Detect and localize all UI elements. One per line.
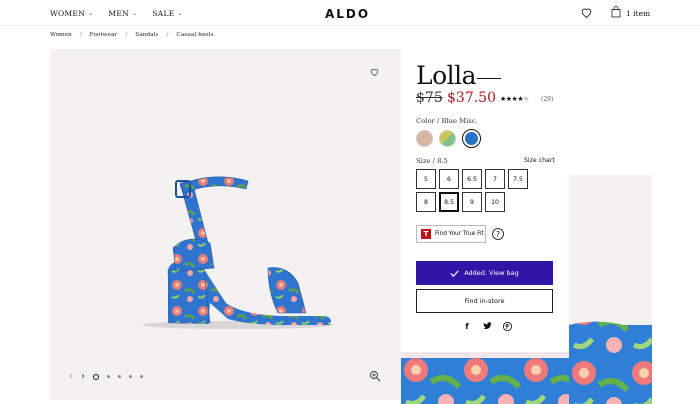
- carousel-dot[interactable]: [93, 373, 99, 380]
- size-option[interactable]: 9: [462, 192, 482, 212]
- color-label: Color / Blue Misc.: [416, 117, 478, 125]
- find-in-store-button[interactable]: Find in-store: [416, 289, 553, 313]
- add-to-wishlist-heart-icon[interactable]: [369, 67, 380, 77]
- product-detail-image[interactable]: [569, 175, 652, 404]
- social-share: f: [462, 321, 512, 331]
- product-info-panel: Lolla $75 $37.50 ★★★★★ (29) Color / Blue…: [401, 49, 569, 352]
- floral-sandal-image: [142, 176, 334, 329]
- product-title: Lolla: [416, 61, 477, 90]
- sale-price: $37.50: [447, 90, 496, 106]
- brand-logo[interactable]: ALDO: [325, 7, 370, 21]
- chevron-down-icon: ⌄: [177, 10, 183, 17]
- wishlist-heart-icon[interactable]: [580, 6, 593, 19]
- size-option[interactable]: 7: [485, 169, 505, 189]
- size-option[interactable]: 8: [416, 192, 436, 212]
- size-option-selected[interactable]: 8.5: [439, 192, 459, 212]
- original-price: $75: [416, 90, 443, 106]
- checkmark-icon: [450, 269, 459, 277]
- color-value: Blue Misc.: [441, 117, 478, 125]
- chevron-down-icon: ⌄: [88, 10, 94, 17]
- nav-men[interactable]: MEN ⌄: [108, 9, 137, 18]
- size-value: 8.5: [437, 157, 448, 165]
- size-option[interactable]: 7.5: [508, 169, 528, 189]
- breadcrumb-separator: /: [125, 32, 128, 38]
- breadcrumb-women[interactable]: Women: [50, 32, 72, 38]
- nav-men-label: MEN: [108, 9, 130, 18]
- site-header: WOMEN ⌄ MEN ⌄ SALE ⌄ ALDO 1 item: [0, 0, 700, 26]
- chevron-down-icon: ⌄: [132, 10, 138, 17]
- color-swatches: [416, 129, 481, 148]
- color-swatch-green[interactable]: [439, 130, 456, 147]
- image-carousel-controls: ‹ ›: [69, 371, 143, 382]
- product-main-image[interactable]: ‹ ›: [50, 49, 401, 400]
- nav-women-label: WOMEN: [50, 9, 86, 18]
- floral-texture-image: [401, 352, 569, 404]
- carousel-dot[interactable]: [140, 375, 143, 378]
- size-chart-link[interactable]: Size chart: [524, 157, 555, 164]
- help-icon[interactable]: ?: [492, 228, 504, 240]
- breadcrumb-separator: /: [79, 32, 82, 38]
- carousel-prev-icon[interactable]: ‹: [69, 371, 73, 382]
- breadcrumb: Women / Footwear / Sandals / Casual heel…: [50, 32, 214, 38]
- breadcrumb-separator: /: [166, 32, 169, 38]
- breadcrumb-footwear[interactable]: Footwear: [90, 32, 118, 38]
- pinterest-icon[interactable]: [502, 321, 512, 331]
- size-option[interactable]: 6: [439, 169, 459, 189]
- carousel-dot[interactable]: [107, 375, 110, 378]
- cart-count[interactable]: 1 item: [626, 9, 650, 18]
- carousel-next-icon[interactable]: ›: [81, 371, 85, 382]
- nav-women[interactable]: WOMEN ⌄: [50, 9, 93, 18]
- product-closeup-image[interactable]: [401, 352, 569, 404]
- nav-sale-label: SALE: [152, 9, 175, 18]
- added-view-bag-button[interactable]: Added. View bag: [416, 261, 553, 285]
- shopping-bag-icon[interactable]: [611, 6, 621, 18]
- color-swatch-beige[interactable]: [416, 130, 433, 147]
- true-fit-logo-icon: T: [421, 229, 431, 239]
- size-label: Size / 8.5: [416, 157, 448, 165]
- size-option[interactable]: 5: [416, 169, 436, 189]
- color-swatch-blue[interactable]: [462, 129, 481, 148]
- rating-stars[interactable]: ★★★★★: [500, 95, 529, 103]
- carousel-dot[interactable]: [129, 375, 132, 378]
- size-grid: 5 6 6.5 7 7.5 8 8.5 9 10: [416, 169, 556, 212]
- color-prefix: Color /: [416, 117, 440, 125]
- main-nav: WOMEN ⌄ MEN ⌄ SALE ⌄: [50, 9, 183, 18]
- nav-sale[interactable]: SALE ⌄: [152, 9, 183, 18]
- floral-closeup-image: [569, 321, 652, 404]
- size-prefix: Size /: [416, 157, 435, 165]
- twitter-icon[interactable]: [482, 321, 492, 331]
- breadcrumb-sandals[interactable]: Sandals: [135, 32, 158, 38]
- facebook-icon[interactable]: f: [462, 321, 472, 331]
- review-count[interactable]: (29): [541, 96, 553, 103]
- carousel-dot[interactable]: [118, 375, 121, 378]
- true-fit-label: Find Your True Fit: [435, 231, 484, 237]
- breadcrumb-casual-heels[interactable]: Casual heels: [176, 32, 213, 38]
- true-fit-button[interactable]: T Find Your True Fit: [416, 225, 486, 243]
- added-view-bag-label: Added. View bag: [464, 269, 519, 277]
- size-option[interactable]: 10: [485, 192, 505, 212]
- size-option[interactable]: 6.5: [462, 169, 482, 189]
- zoom-in-icon[interactable]: [369, 370, 381, 382]
- title-divider: [477, 78, 501, 80]
